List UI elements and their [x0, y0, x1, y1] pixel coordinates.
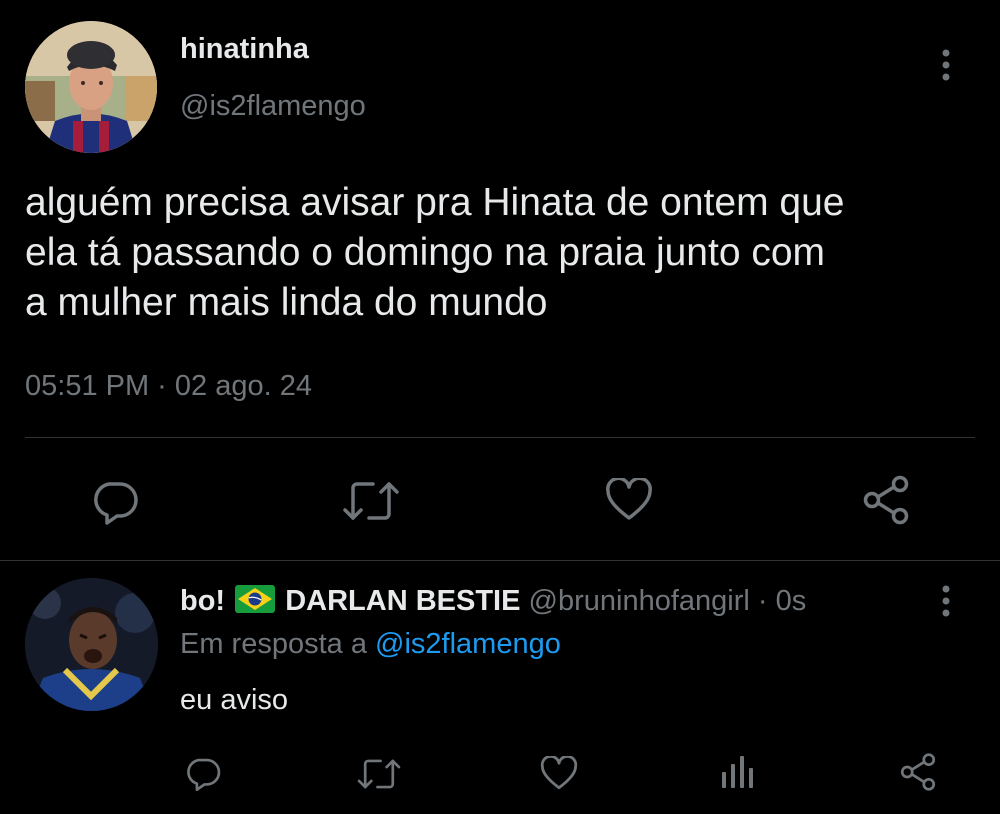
replying-to: Em resposta a @is2flamengo	[180, 628, 561, 661]
display-name[interactable]: hinatinha	[180, 33, 309, 66]
reply-icon[interactable]	[90, 476, 140, 526]
timestamp[interactable]: 05:51 PM · 02 ago. 24	[25, 370, 312, 403]
divider	[0, 560, 1000, 561]
like-icon[interactable]	[605, 478, 653, 522]
share-icon[interactable]	[898, 752, 938, 792]
brazil-flag-icon	[235, 585, 276, 621]
display-name-prefix: bo!	[180, 585, 226, 617]
analytics-icon[interactable]	[720, 754, 754, 790]
avatar[interactable]	[25, 21, 157, 153]
replying-to-label: Em resposta a	[180, 628, 367, 660]
avatar[interactable]	[25, 578, 158, 711]
like-icon[interactable]	[540, 756, 578, 791]
handle[interactable]: @is2flamengo	[180, 90, 366, 123]
handle[interactable]: @bruninhofangirl	[529, 585, 750, 617]
more-options-icon[interactable]	[936, 48, 956, 84]
divider	[25, 437, 975, 438]
share-icon[interactable]	[860, 474, 912, 526]
tweet-text-line: ela tá passando o domingo na praia junto…	[25, 231, 826, 274]
tweet-text-line: alguém precisa avisar pra Hinata de onte…	[25, 181, 845, 224]
separator: ·	[757, 585, 768, 617]
display-name-suffix: DARLAN BESTIE	[285, 585, 521, 617]
retweet-icon[interactable]	[341, 478, 401, 524]
reply-time[interactable]: 0s	[776, 585, 807, 617]
reply-header: bo! DARLAN BESTIE @bruninhofangirl · 0s	[180, 584, 806, 621]
tweet-text: alguém precisa avisar pra Hinata de onte…	[25, 178, 844, 328]
replying-to-handle[interactable]: @is2flamengo	[375, 628, 561, 660]
reply-icon[interactable]	[184, 754, 222, 792]
display-name[interactable]: bo! DARLAN BESTIE	[180, 585, 529, 617]
retweet-icon[interactable]	[356, 756, 402, 792]
tweet-text-line: a mulher mais linda do mundo	[25, 281, 548, 324]
more-options-icon[interactable]	[936, 584, 956, 620]
reply-text: eu aviso	[180, 684, 289, 716]
